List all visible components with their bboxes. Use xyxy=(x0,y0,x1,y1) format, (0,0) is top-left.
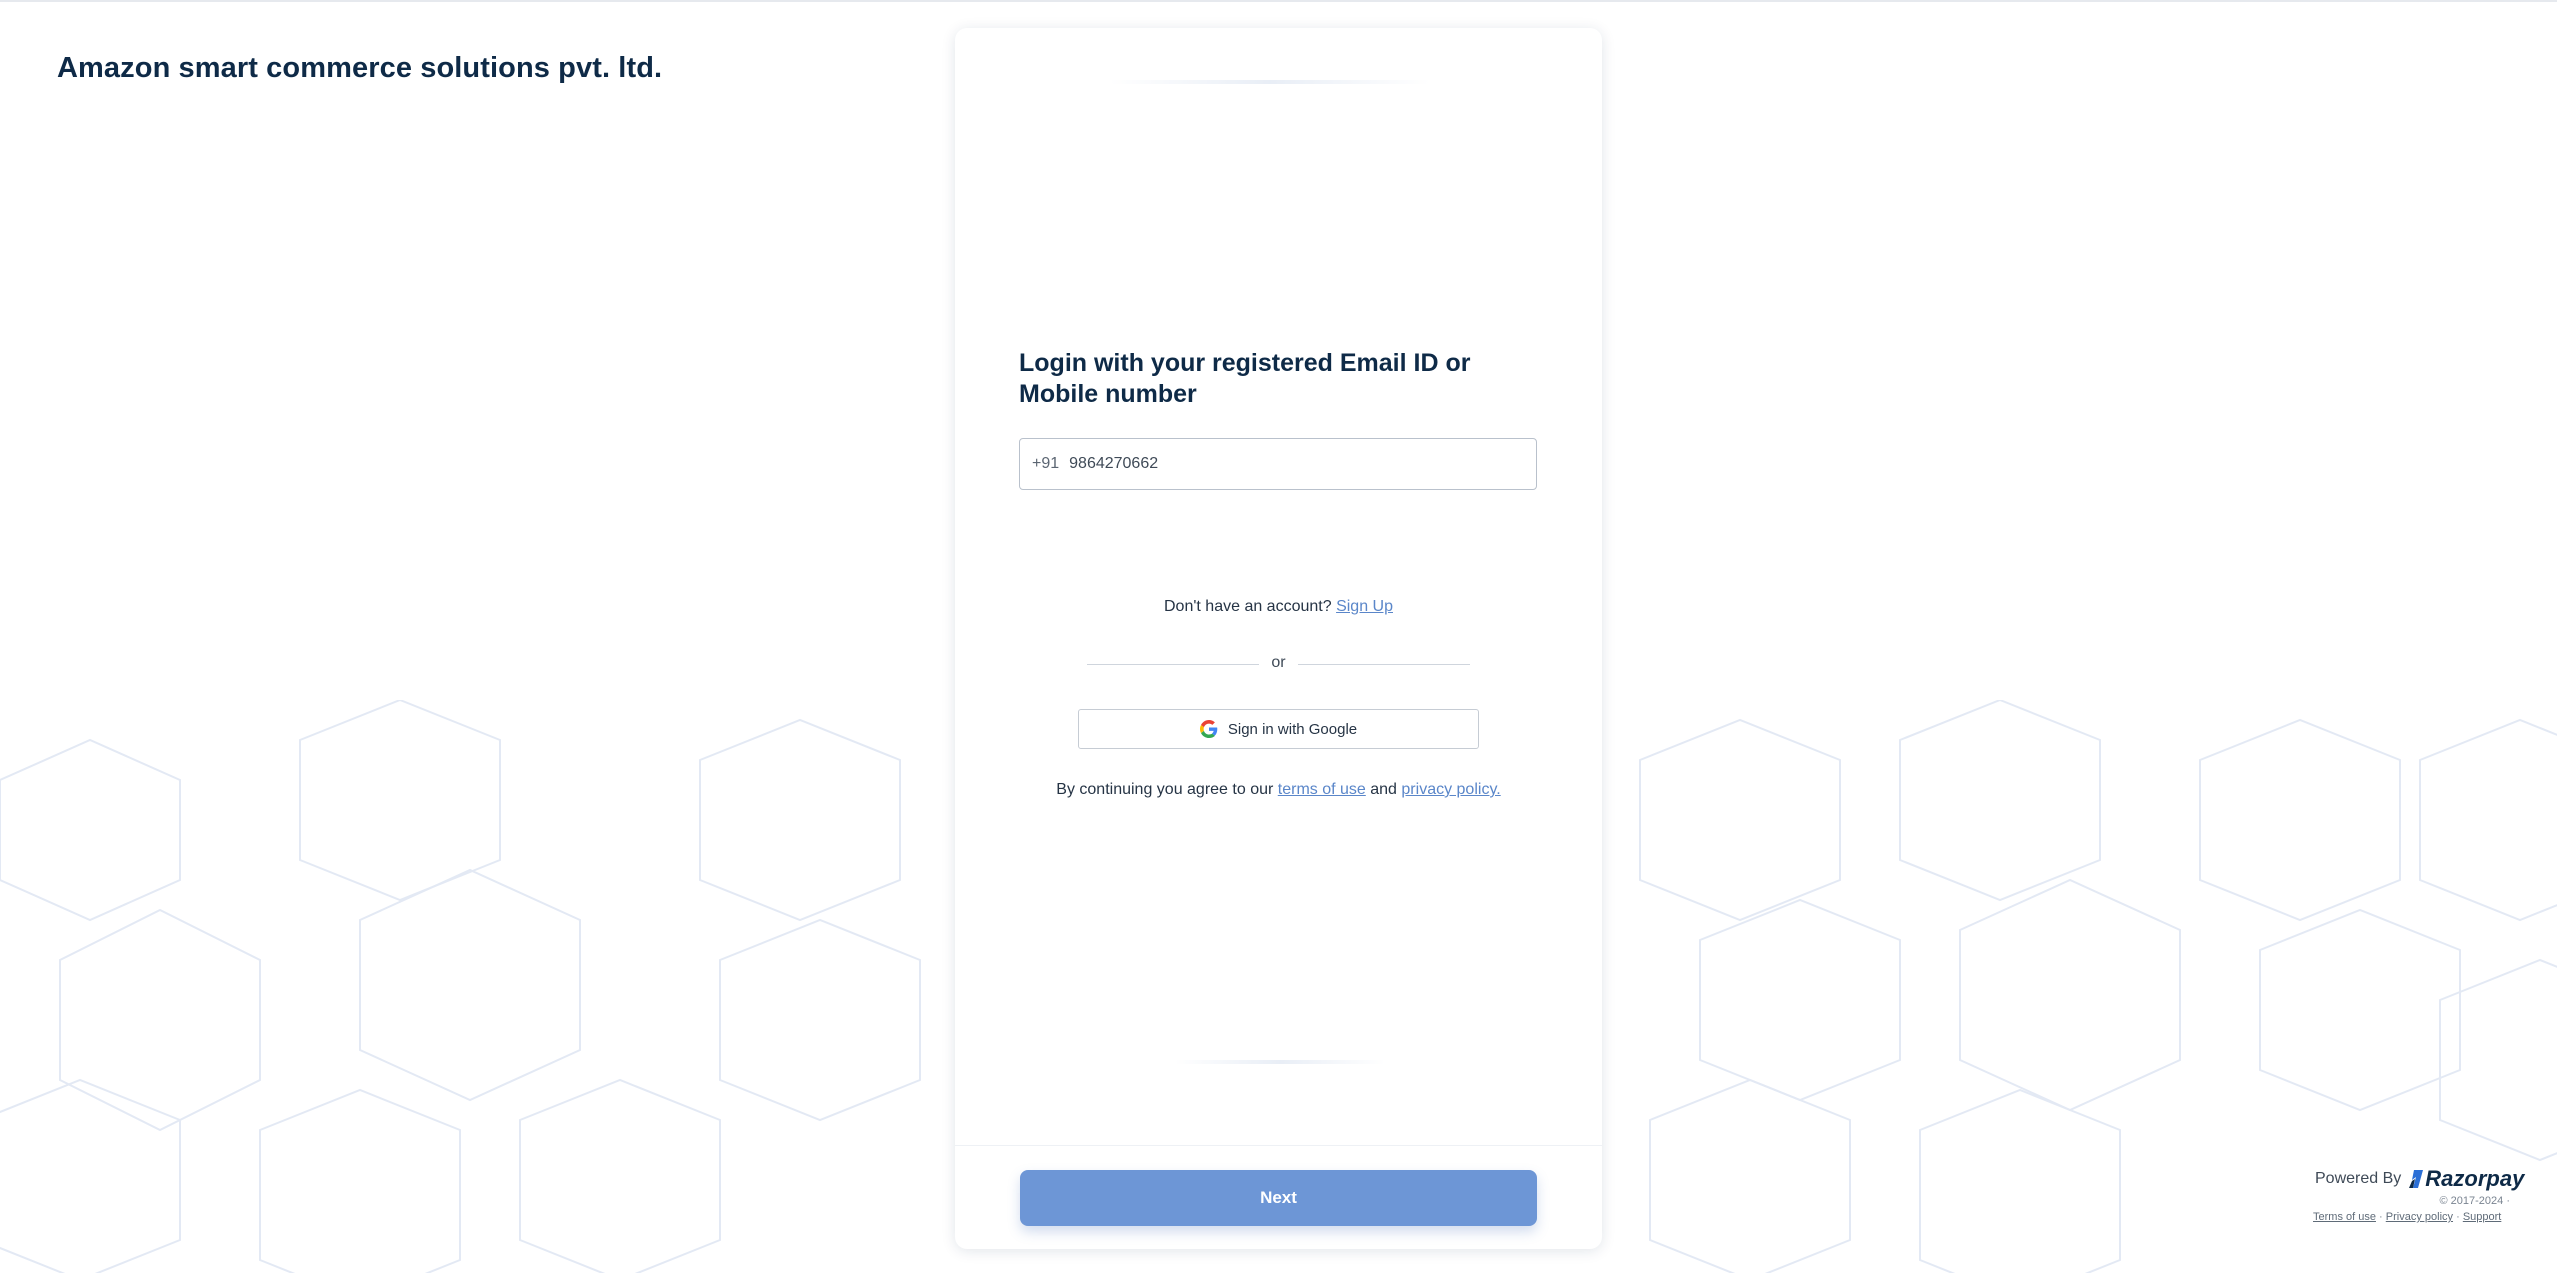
top-divider xyxy=(0,0,2557,2)
consent-prefix: By continuing you agree to our xyxy=(1056,781,1274,798)
powered-by: Powered By Razorpay xyxy=(2315,1166,2524,1192)
terms-link[interactable]: terms of use xyxy=(1278,781,1366,798)
signup-link[interactable]: Sign Up xyxy=(1336,598,1393,615)
or-divider: or xyxy=(1087,654,1470,674)
login-page: Amazon smart commerce solutions pvt. ltd… xyxy=(0,0,2557,1273)
signup-prompt: Don't have an account? Sign Up xyxy=(955,598,1602,616)
google-icon xyxy=(1199,720,1218,738)
footer-privacy-link[interactable]: Privacy policy xyxy=(2386,1211,2453,1223)
footer-separator: · xyxy=(2456,1211,2460,1223)
footer-support-link[interactable]: Support xyxy=(2463,1211,2502,1223)
privacy-link[interactable]: privacy policy. xyxy=(1401,781,1500,798)
footer-terms-link[interactable]: Terms of use xyxy=(2313,1211,2376,1223)
next-button[interactable]: Next xyxy=(1020,1170,1537,1226)
phone-input-field[interactable]: +91 xyxy=(1019,438,1537,490)
login-card: Login with your registered Email ID or M… xyxy=(955,28,1602,1249)
razorpay-mark-icon xyxy=(2409,1170,2424,1188)
card-footer-divider xyxy=(955,1145,1602,1146)
razorpay-logo[interactable]: Razorpay xyxy=(2409,1166,2524,1192)
merchant-name: Amazon smart commerce solutions pvt. ltd… xyxy=(57,52,663,84)
footer-separator: · xyxy=(2379,1211,2383,1223)
phone-input[interactable] xyxy=(1069,455,1470,473)
consent-text: By continuing you agree to our terms of … xyxy=(955,781,1602,799)
country-code: +91 xyxy=(1032,455,1060,472)
footer-links: Terms of use · Privacy policy · Support xyxy=(2313,1211,2501,1223)
powered-by-label: Powered By xyxy=(2315,1170,2402,1187)
card-bottom-placeholder xyxy=(1175,1060,1385,1064)
copyright: © 2017-2024 · xyxy=(2439,1195,2511,1207)
login-heading: Login with your registered Email ID or M… xyxy=(1019,349,1471,408)
consent-joiner: and xyxy=(1370,781,1397,798)
google-button-label: Sign in with Google xyxy=(1227,720,1358,738)
divider-label: or xyxy=(1271,654,1286,671)
signup-prompt-text: Don't have an account? xyxy=(1164,598,1332,615)
google-signin-button[interactable]: Sign in with Google xyxy=(1078,709,1479,749)
divider-line-right xyxy=(1298,664,1470,665)
card-top-placeholder xyxy=(1110,80,1430,84)
razorpay-wordmark: Razorpay xyxy=(2425,1166,2525,1191)
